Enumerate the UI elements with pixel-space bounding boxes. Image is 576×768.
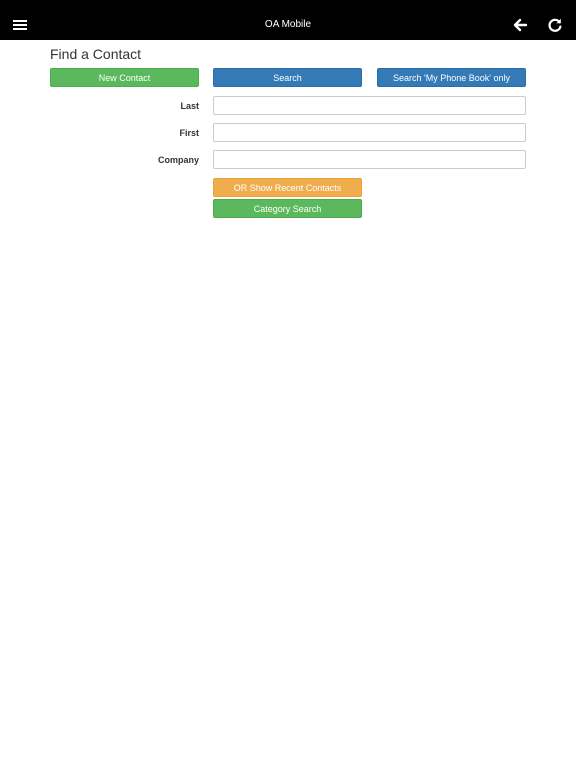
- refresh-icon[interactable]: [541, 11, 569, 39]
- search-phone-book-button[interactable]: Search 'My Phone Book' only: [377, 68, 526, 87]
- hamburger-menu-icon[interactable]: [6, 11, 34, 39]
- company-label: Company: [157, 155, 199, 165]
- first-name-label: First: [179, 128, 199, 138]
- last-name-label: Last: [180, 101, 199, 111]
- search-button[interactable]: Search: [213, 68, 362, 87]
- arrow-left-icon[interactable]: [506, 11, 534, 39]
- company-input[interactable]: [213, 150, 526, 169]
- top-navbar: OA Mobile: [0, 0, 576, 40]
- category-search-button[interactable]: Category Search: [213, 199, 362, 218]
- first-name-input[interactable]: [213, 123, 526, 142]
- page-title: Find a Contact: [50, 46, 142, 62]
- new-contact-button[interactable]: New Contact: [50, 68, 199, 87]
- last-name-input[interactable]: [213, 96, 526, 115]
- recent-contacts-button[interactable]: OR Show Recent Contacts: [213, 178, 362, 197]
- app-title: OA Mobile: [264, 19, 312, 30]
